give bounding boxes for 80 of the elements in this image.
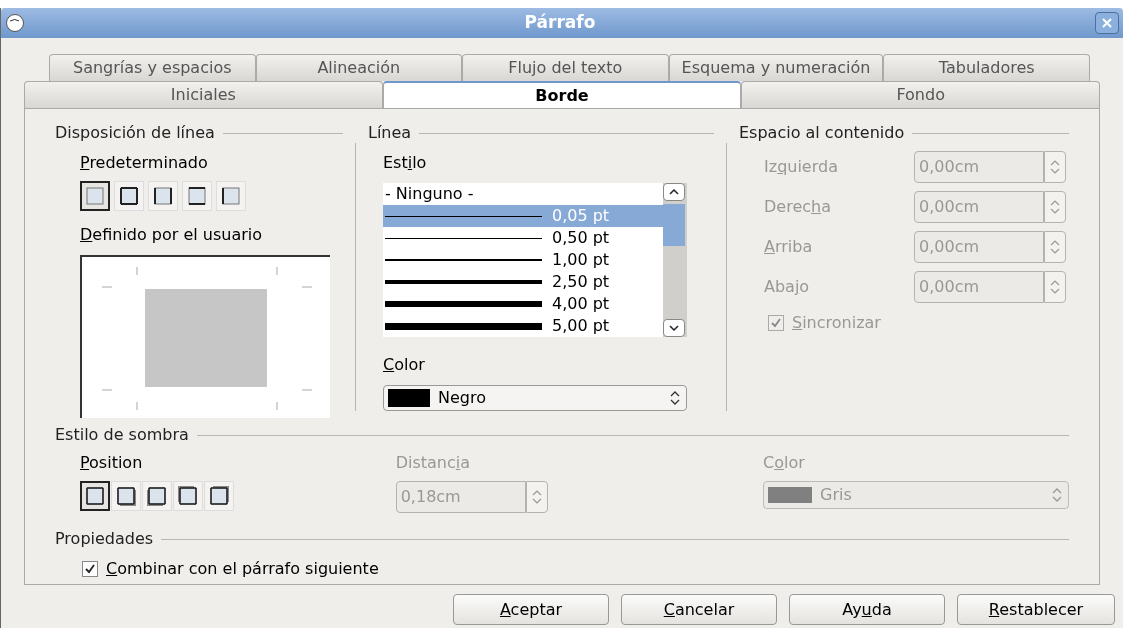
close-icon	[1101, 17, 1113, 29]
color-dropdown[interactable]: Negro	[383, 385, 687, 411]
up-down-arrows-icon	[1050, 486, 1064, 504]
tab[interactable]: Sangrías y espacios	[49, 54, 256, 81]
field-label: Derecha	[764, 196, 832, 218]
border-frame-icon	[118, 185, 140, 207]
up-down-arrows-icon	[1049, 278, 1061, 296]
line-style-item[interactable]: 0,50 pt	[383, 227, 663, 249]
tab[interactable]: Flujo del texto	[462, 54, 669, 81]
spin-buttons[interactable]	[1044, 191, 1066, 223]
dialog-button[interactable]: Ayuda	[789, 594, 945, 625]
border-frame-icon	[84, 185, 106, 207]
app-icon[interactable]	[5, 13, 25, 33]
group-title: Propiedades	[55, 528, 154, 550]
scroll-thumb[interactable]	[663, 204, 685, 246]
field-label: Predeterminado	[80, 152, 209, 174]
up-down-arrows-icon	[530, 488, 543, 506]
border-preview[interactable]	[80, 255, 330, 418]
check-icon	[84, 563, 96, 575]
line-style-item[interactable]: 5,00 pt	[383, 315, 663, 337]
line-style-label: - Ninguno -	[385, 183, 474, 205]
checkbox[interactable]	[82, 561, 98, 577]
border-frame-icon	[152, 185, 174, 207]
line-style-item[interactable]: - Ninguno -	[383, 183, 663, 205]
field-label: Abajo	[764, 276, 811, 298]
spin-buttons[interactable]	[1044, 231, 1066, 263]
shadow-icon	[146, 485, 168, 507]
spin-buttons[interactable]	[1044, 271, 1066, 303]
checkbox-label: Sincronizar	[792, 312, 881, 334]
line-style-item[interactable]: 1,00 pt	[383, 249, 663, 271]
field-label: Position	[80, 452, 144, 474]
field-label: Definido por el usuario	[80, 224, 264, 246]
field-label: Color	[382, 354, 426, 376]
border-preset-button[interactable]	[80, 181, 110, 211]
dialog-button[interactable]: Cancelar	[621, 594, 777, 625]
field-label: Color	[763, 452, 806, 474]
shadow-icon	[84, 485, 106, 507]
up-down-arrows-icon	[1049, 158, 1061, 176]
line-style-item[interactable]: 4,00 pt	[383, 293, 663, 315]
up-down-arrows-icon	[1049, 198, 1061, 216]
tab[interactable]: Borde	[382, 81, 742, 108]
dropdown-value: Gris	[820, 484, 853, 506]
line-width-label: 2,50 pt	[552, 271, 610, 293]
line-width-label: 0,50 pt	[552, 227, 610, 249]
dialog-button[interactable]: Restablecer	[957, 594, 1115, 625]
tab[interactable]: Tabuladores	[883, 54, 1090, 81]
tab[interactable]: Esquema y numeración	[668, 54, 884, 81]
tab[interactable]: Alineación	[255, 54, 463, 81]
tab[interactable]: Iniciales	[24, 81, 383, 108]
dialog-button[interactable]: Aceptar	[453, 594, 609, 625]
spin-buttons[interactable]	[1044, 151, 1066, 183]
border-frame-icon	[220, 185, 242, 207]
group-title: Línea	[368, 122, 412, 144]
field-label: Izquierda	[764, 156, 839, 178]
shadow-icon	[208, 485, 230, 507]
group-title: Disposición de línea	[55, 122, 215, 144]
group-title: Espacio al contenido	[739, 122, 905, 144]
shadow-position-button[interactable]	[80, 481, 110, 511]
shadow-icon	[115, 485, 137, 507]
checkbox-label: Combinar con el párrafo siguiente	[106, 558, 379, 580]
window-title: Párrafo	[523, 11, 597, 35]
field-label: Distancia	[395, 452, 472, 474]
field-label: Arriba	[764, 236, 814, 258]
scrollbar[interactable]	[663, 183, 687, 337]
tab[interactable]: Fondo	[741, 81, 1100, 108]
line-width-label: 5,00 pt	[552, 315, 610, 337]
dropdown-value: Negro	[438, 387, 487, 409]
line-width-label: 4,00 pt	[552, 293, 610, 315]
field-label: Estilo	[382, 152, 428, 174]
up-down-arrows-icon	[668, 389, 682, 407]
shadow-icon	[177, 485, 199, 507]
spin-buttons[interactable]	[525, 481, 548, 513]
check-icon	[770, 317, 782, 329]
close-button[interactable]	[1095, 12, 1119, 34]
up-down-arrows-icon	[1049, 238, 1061, 256]
border-frame-icon	[186, 185, 208, 207]
line-style-item[interactable]: 2,50 pt	[383, 271, 663, 293]
group-title: Estilo de sombra	[55, 424, 189, 446]
line-width-label: 1,00 pt	[552, 249, 610, 271]
line-width-label: 0,05 pt	[552, 205, 610, 227]
